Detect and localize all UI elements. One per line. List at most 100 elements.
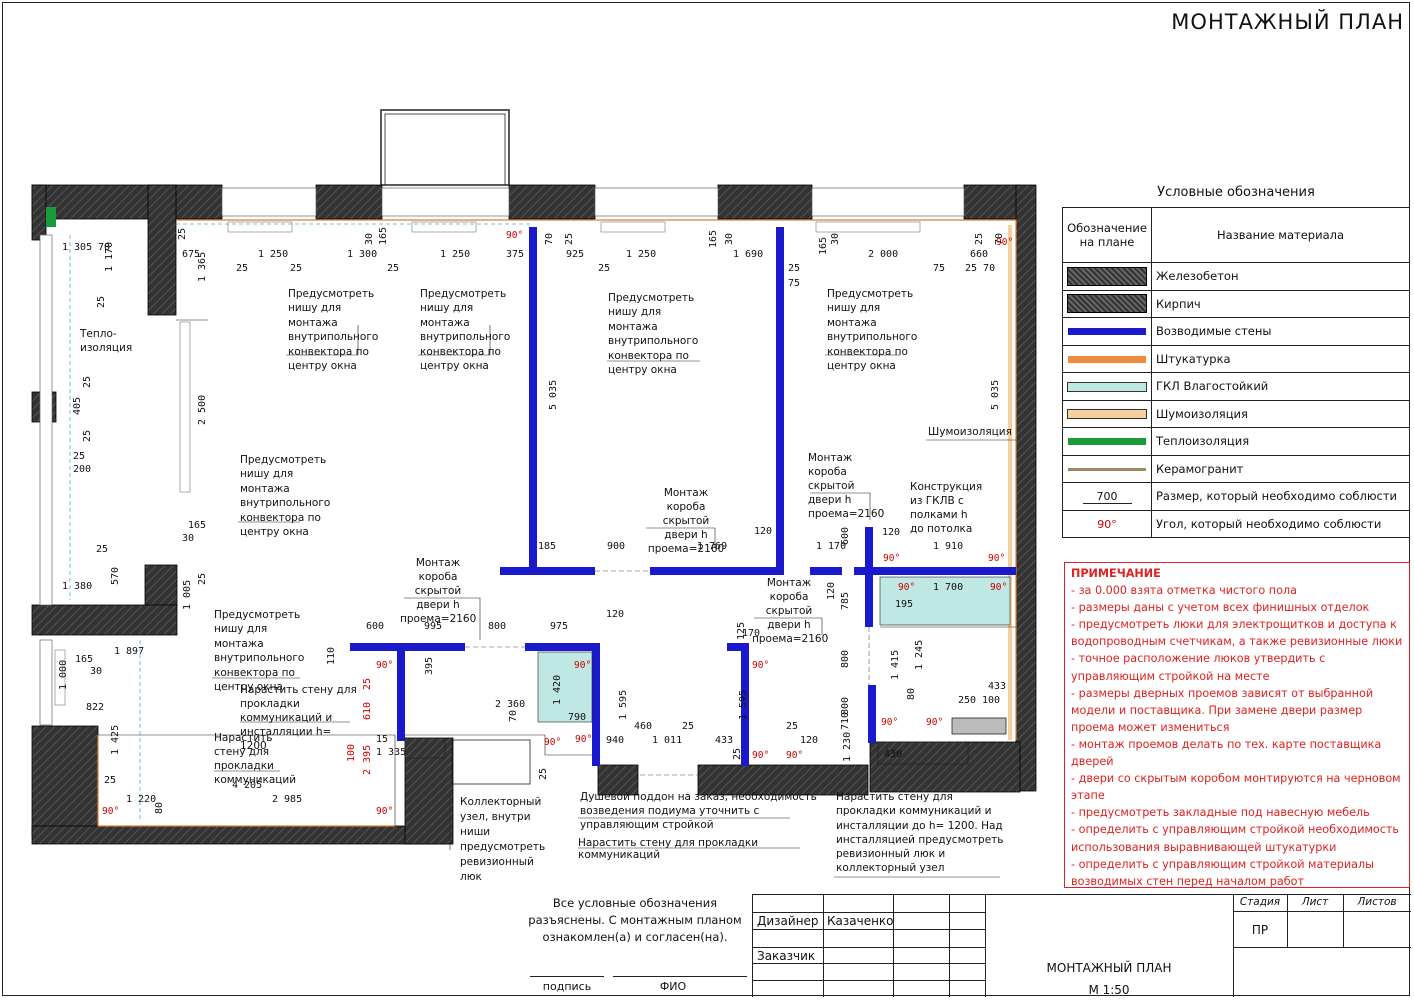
svg-text:25: 25	[96, 296, 107, 308]
svg-text:433: 433	[988, 681, 1006, 692]
legend-row: Штукатурка	[1062, 344, 1410, 373]
svg-text:110: 110	[326, 647, 337, 665]
notes-item: - за 0.000 взята отметка чистого пола	[1071, 584, 1297, 598]
svg-text:1 245: 1 245	[914, 640, 925, 670]
legend-symbol	[1062, 262, 1152, 291]
legend-name: Шумоизоляция	[1151, 399, 1410, 428]
svg-text:2 500: 2 500	[197, 395, 208, 425]
svg-text:1 420: 1 420	[552, 675, 563, 705]
svg-text:610: 610	[362, 702, 373, 720]
sheet-scale: М 1:50	[1088, 983, 1130, 997]
note-wall-4: Нарастить стену для прокладки коммуникац…	[836, 791, 1004, 875]
svg-text:710: 710	[840, 712, 851, 730]
legend-row: Железобетон	[1062, 262, 1410, 291]
svg-text:1 230: 1 230	[842, 732, 853, 762]
svg-text:25: 25	[786, 721, 798, 732]
svg-text:30: 30	[830, 233, 841, 245]
svg-text:25: 25	[82, 430, 93, 442]
svg-text:25: 25	[290, 263, 302, 274]
svg-text:30: 30	[90, 666, 102, 677]
svg-text:1 380: 1 380	[62, 581, 92, 592]
note-niche-2: Предусмотреть нишу для монтажа внутрипол…	[420, 288, 511, 373]
svg-text:80: 80	[154, 802, 165, 814]
svg-text:25: 25	[732, 748, 743, 760]
notes-item: - размеры дверных проемов зависят от выб…	[1071, 686, 1374, 734]
legend-row: Шумоизоляция	[1062, 399, 1410, 428]
svg-text:25: 25	[96, 544, 108, 555]
svg-text:25: 25	[974, 233, 985, 245]
notes-item: - предусмотреть закладные под навесную м…	[1071, 806, 1370, 820]
legend-name: Керамогранит	[1151, 454, 1410, 483]
legend-name: Железобетон	[1151, 262, 1410, 291]
svg-text:25: 25	[177, 228, 188, 240]
svg-text:5 035: 5 035	[548, 380, 559, 410]
sheet-title: МОНТАЖНЫЙ ПЛАН	[1046, 961, 1172, 975]
svg-text:570: 570	[110, 567, 121, 585]
svg-text:90°: 90°	[883, 553, 900, 564]
svg-text:30: 30	[724, 233, 735, 245]
legend-name: Возводимые стены	[1151, 317, 1410, 346]
legend-symbol	[1062, 344, 1152, 373]
svg-text:90°: 90°	[990, 582, 1007, 593]
svg-text:660: 660	[970, 249, 988, 260]
legend-swatch	[1068, 355, 1146, 363]
svg-text:1 250: 1 250	[626, 249, 656, 260]
svg-text:800: 800	[488, 621, 506, 632]
svg-text:120: 120	[826, 582, 837, 600]
legend-symbol	[1062, 317, 1152, 346]
legend-symbol	[1062, 372, 1152, 401]
svg-text:90°: 90°	[506, 230, 523, 241]
svg-text:90°: 90°	[988, 553, 1005, 564]
svg-text:430: 430	[884, 749, 902, 760]
sheet-label: Лист	[1301, 896, 1329, 908]
legend-name: ГКЛ Влагостойкий	[1151, 372, 1410, 401]
svg-text:433: 433	[715, 735, 733, 746]
designer-name: Казаченко	[827, 914, 894, 928]
svg-text:25: 25	[387, 263, 399, 274]
svg-text:1 897: 1 897	[114, 646, 144, 657]
signature-label: подпись	[542, 980, 592, 993]
legend-symbol	[1062, 454, 1152, 483]
svg-text:785: 785	[840, 592, 851, 610]
svg-text:120: 120	[882, 527, 900, 538]
legend-symbol-text: 90°	[1097, 517, 1117, 531]
svg-text:90°: 90°	[376, 660, 393, 671]
note-shower: Душевой поддон на заказ, необходимость в…	[580, 791, 817, 831]
svg-text:1 250: 1 250	[440, 249, 470, 260]
note-niche-5: Предусмотреть нишу для монтажа внутрипол…	[240, 454, 331, 539]
legend-symbol	[1062, 289, 1152, 318]
svg-text:90°: 90°	[102, 806, 119, 817]
label-sound-insulation: Шумоизоляция	[928, 426, 1012, 438]
svg-text:1 220: 1 220	[126, 794, 156, 805]
svg-text:25: 25	[564, 233, 575, 245]
svg-text:90°: 90°	[752, 750, 769, 761]
legend-title: Условные обозначения	[1157, 185, 1315, 200]
svg-text:25 70: 25 70	[965, 263, 995, 274]
svg-text:100: 100	[982, 695, 1000, 706]
legend-swatch	[1067, 294, 1147, 314]
svg-text:5 035: 5 035	[990, 380, 1001, 410]
svg-text:25: 25	[362, 678, 373, 690]
svg-text:70: 70	[508, 710, 519, 722]
notes-item: - монтаж проемов делать по тех. карте по…	[1071, 737, 1382, 769]
svg-text:1 415: 1 415	[890, 650, 901, 680]
svg-text:165: 165	[188, 520, 206, 531]
legend-symbol	[1062, 427, 1152, 456]
legend-row: Керамогранит	[1062, 454, 1410, 483]
note-door-2: Монтаж короба скрытой двери h проема=216…	[808, 452, 885, 520]
svg-text:25: 25	[788, 263, 800, 274]
notes-item: - двери со скрытым коробом монтируются н…	[1071, 772, 1401, 803]
note-niche-4: Предусмотреть нишу для монтажа внутрипол…	[827, 288, 918, 373]
svg-text:1 005: 1 005	[182, 580, 193, 610]
svg-text:120: 120	[754, 526, 772, 537]
notes-heading: ПРИМЕЧАНИЕ	[1071, 567, 1161, 580]
svg-text:600: 600	[366, 621, 384, 632]
legend-name: Размер, который необходимо соблюсти	[1151, 482, 1410, 511]
svg-text:30: 30	[364, 233, 375, 245]
title-block: Дизайнер Казаченко Заказчик МОНТАЖНЫЙ ПЛ…	[752, 894, 1411, 997]
svg-text:165: 165	[75, 654, 93, 665]
svg-text:120: 120	[800, 735, 818, 746]
svg-text:90°: 90°	[926, 717, 943, 728]
svg-text:90°: 90°	[574, 660, 591, 671]
floor-plan: 1 305 70 1 170 25 675 25 1 365 1 250 25 …	[31, 109, 1037, 878]
